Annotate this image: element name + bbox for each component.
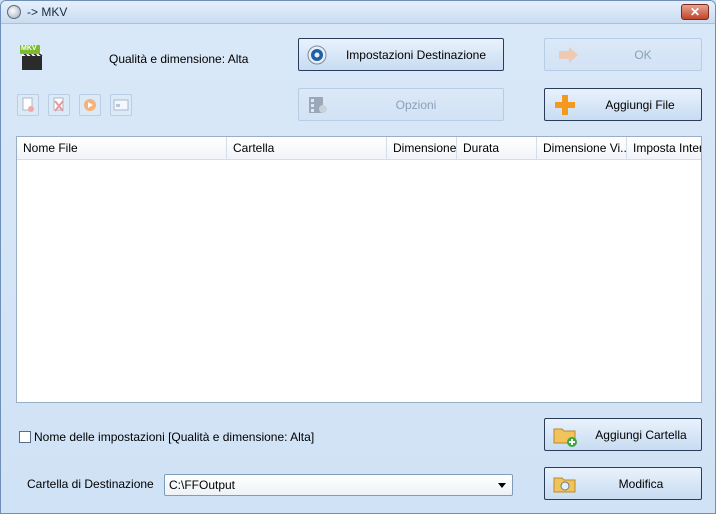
destination-folder-value: C:\FFOutput	[169, 478, 236, 492]
column-header-dimensione-video[interactable]: Dimensione Vi...	[537, 137, 627, 159]
column-header-dimensione[interactable]: Dimensione	[387, 137, 457, 159]
clear-list-icon[interactable]	[48, 94, 70, 116]
remove-item-icon[interactable]	[17, 94, 39, 116]
chevron-down-icon[interactable]	[498, 483, 506, 488]
media-info-icon[interactable]	[110, 94, 132, 116]
opzioni-label: Opzioni	[395, 97, 437, 112]
table-header: Nome File Cartella Dimensione Durata Dim…	[17, 137, 701, 160]
aggiungi-cartella-button[interactable]: Aggiungi Cartella	[544, 418, 702, 451]
settings-icon	[307, 45, 327, 68]
settings-name-label: Nome delle impostazioni [Qualità e dimen…	[34, 430, 315, 444]
column-header-cartella[interactable]: Cartella	[227, 137, 387, 159]
close-button[interactable]: ✕	[681, 4, 709, 20]
opzioni-button[interactable]: Opzioni	[298, 88, 504, 121]
settings-name-checkbox[interactable]	[19, 431, 31, 443]
film-options-icon	[307, 95, 329, 118]
ok-button[interactable]: OK	[544, 38, 702, 71]
destination-folder-select[interactable]: C:\FFOutput	[164, 474, 513, 496]
modifica-label: Modifica	[618, 476, 664, 491]
aggiungi-file-button[interactable]: Aggiungi File	[544, 88, 702, 121]
plus-icon	[553, 93, 577, 120]
app-window: -> MKV ✕ MKV Qualità e dimensione: Alta	[0, 0, 716, 514]
add-folder-icon	[553, 424, 579, 451]
window-title: -> MKV	[27, 5, 68, 19]
title-bar[interactable]: -> MKV ✕	[1, 1, 715, 24]
modifica-button[interactable]: Modifica	[544, 467, 702, 500]
impostazioni-destinazione-button[interactable]: Impostazioni Destinazione	[298, 38, 504, 71]
mkv-format-icon: MKV	[19, 44, 45, 72]
folder-browse-icon	[553, 474, 579, 499]
destination-folder-label: Cartella di Destinazione	[27, 477, 154, 491]
aggiungi-file-label: Aggiungi File	[605, 97, 675, 112]
mkv-badge-text: MKV	[21, 45, 37, 52]
ok-label: OK	[634, 47, 652, 62]
main-panel: MKV Qualità e dimensione: Alta Impostazi…	[1, 24, 715, 513]
file-list-table[interactable]: Nome File Cartella Dimensione Durata Dim…	[16, 136, 702, 403]
column-header-durata[interactable]: Durata	[457, 137, 537, 159]
forward-arrow-icon	[557, 46, 579, 67]
play-icon[interactable]	[79, 94, 101, 116]
column-header-nome-file[interactable]: Nome File	[17, 137, 227, 159]
aggiungi-cartella-label: Aggiungi Cartella	[595, 427, 687, 442]
impostazioni-label: Impostazioni Destinazione	[345, 47, 487, 62]
app-icon	[7, 5, 21, 19]
quality-label: Qualità e dimensione: Alta	[109, 52, 249, 66]
column-header-imposta-intervallo[interactable]: Imposta Interv	[627, 137, 701, 159]
